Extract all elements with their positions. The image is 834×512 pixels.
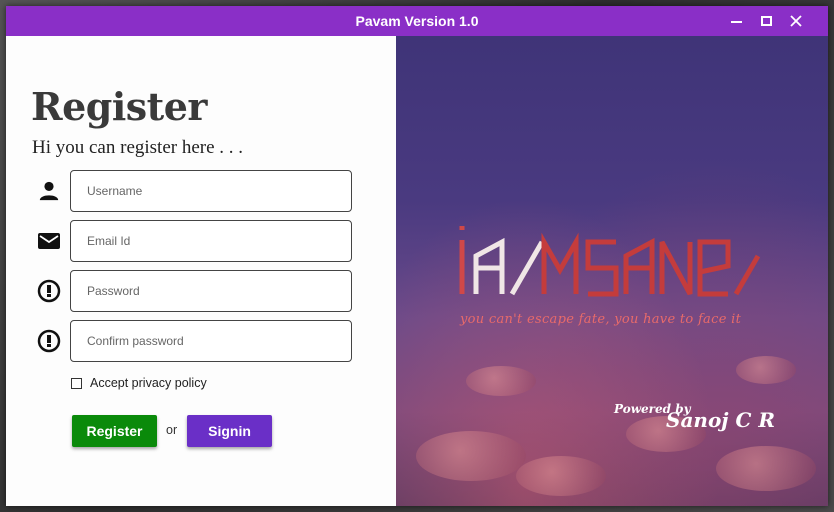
confirm-password-row <box>36 320 356 362</box>
title-bar[interactable]: Pavam Version 1.0 <box>6 6 828 36</box>
background-coin <box>516 456 606 496</box>
register-form-panel: Register Hi you can register here . . . <box>6 36 396 506</box>
close-button[interactable] <box>781 6 811 36</box>
background-coin <box>716 446 816 491</box>
minimize-icon <box>730 21 742 23</box>
maximize-button[interactable] <box>751 6 781 36</box>
minimize-button[interactable] <box>721 6 751 36</box>
username-row <box>36 170 356 212</box>
password-icon <box>36 278 62 304</box>
username-input[interactable] <box>70 170 352 212</box>
email-row <box>36 220 356 262</box>
register-button[interactable]: Register <box>72 415 157 447</box>
page-subtitle: Hi you can register here . . . <box>32 137 244 158</box>
author-signature: Sanoj C R <box>666 408 775 432</box>
close-icon <box>790 15 802 27</box>
email-input[interactable] <box>70 220 352 262</box>
signin-button[interactable]: Signin <box>187 415 272 447</box>
person-icon <box>36 178 62 204</box>
password-icon <box>36 328 62 354</box>
password-row <box>36 270 356 312</box>
confirm-password-input[interactable] <box>70 320 352 362</box>
background-coin <box>736 356 796 384</box>
or-separator: or <box>166 423 178 437</box>
privacy-label[interactable]: Accept privacy policy <box>90 376 207 390</box>
password-input[interactable] <box>70 270 352 312</box>
brand-panel: you can't escape fate, you have to face … <box>396 36 828 506</box>
page-title: Register <box>31 84 207 129</box>
window-title: Pavam Version 1.0 <box>355 13 479 29</box>
maximize-icon <box>760 16 772 26</box>
privacy-checkbox[interactable] <box>71 377 82 389</box>
privacy-policy-row: Accept privacy policy <box>71 376 207 390</box>
mail-icon <box>36 228 62 254</box>
background-coin <box>416 431 526 481</box>
brand-tagline: you can't escape fate, you have to face … <box>460 312 742 327</box>
app-window: Pavam Version 1.0 Register Hi you can re… <box>6 6 828 506</box>
background-coin <box>466 366 536 396</box>
iamsane-logo <box>459 226 761 297</box>
